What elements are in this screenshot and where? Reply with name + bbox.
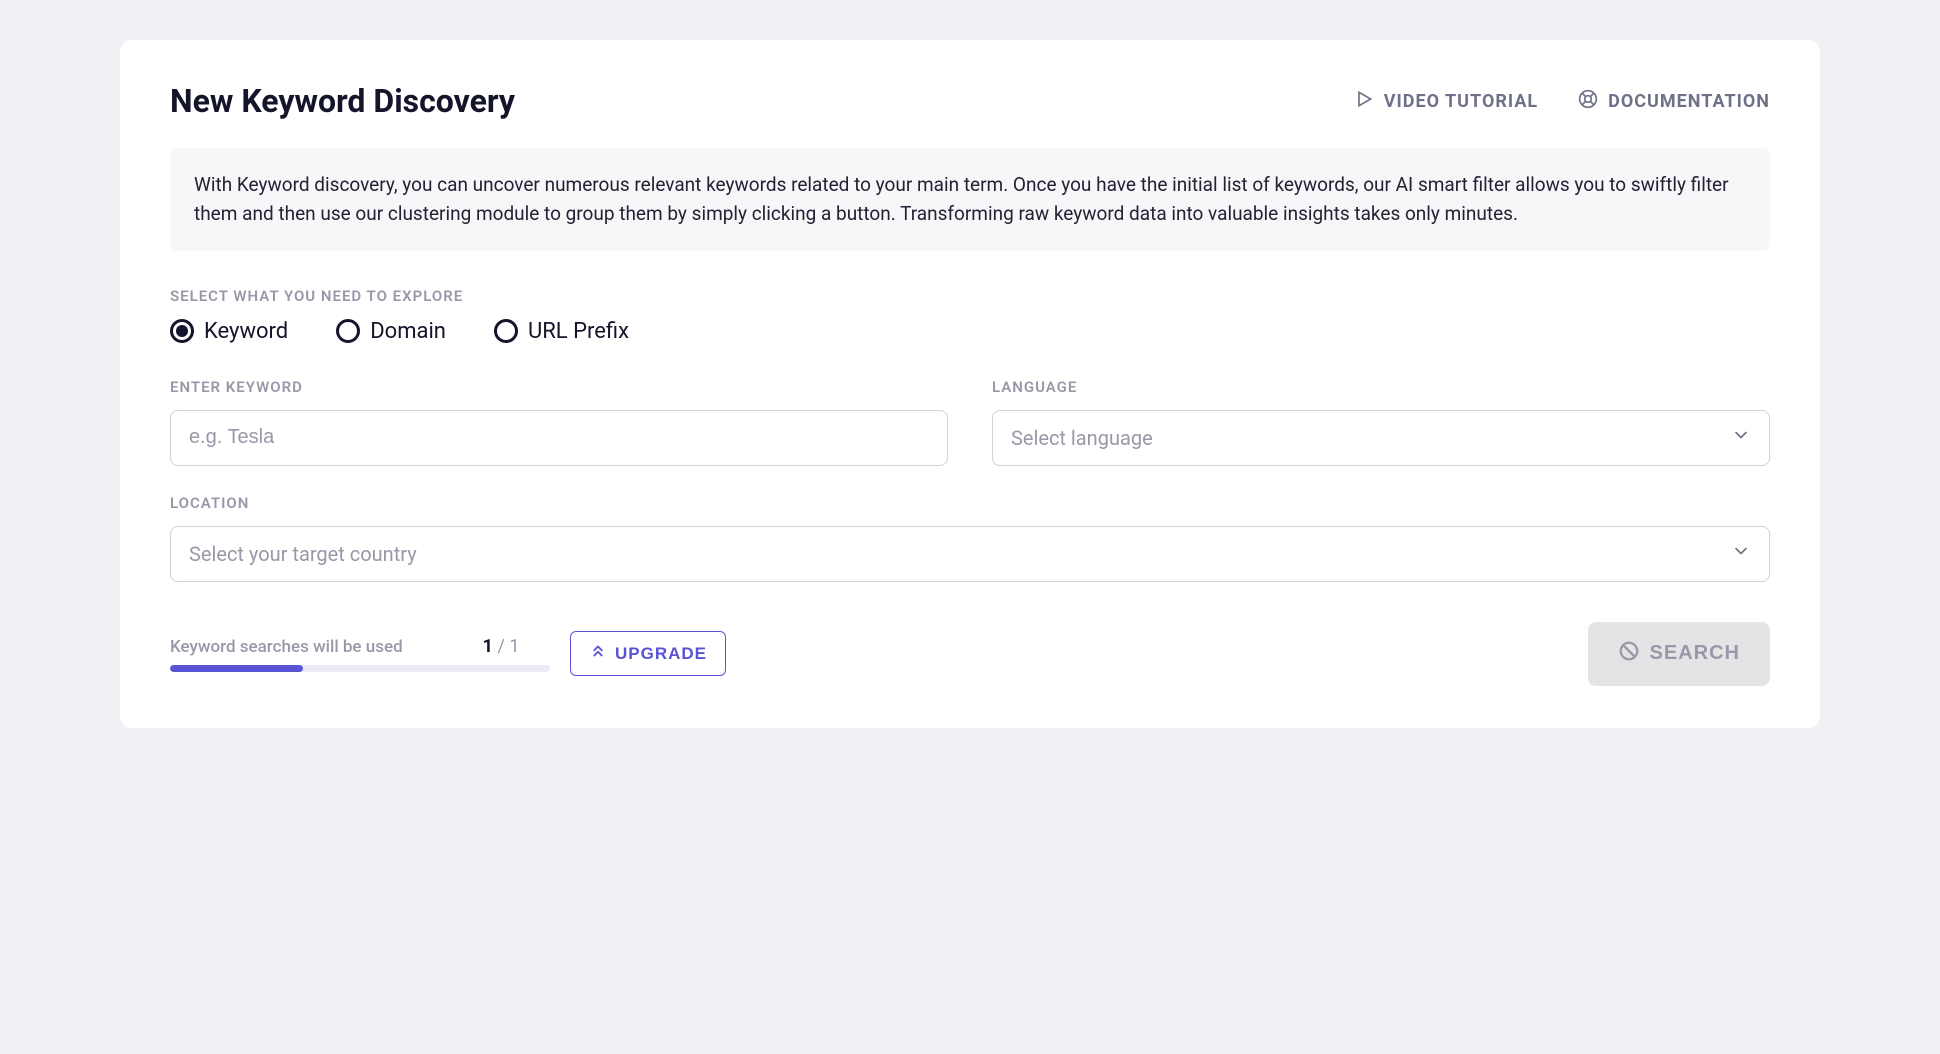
play-icon xyxy=(1354,89,1374,114)
chevron-down-icon xyxy=(1731,541,1751,566)
video-tutorial-link[interactable]: VIDEO TUTORIAL xyxy=(1354,89,1538,114)
footer: Keyword searches will be used 1 / 1 UPGR… xyxy=(170,622,1770,686)
language-label: LANGUAGE xyxy=(992,378,1770,396)
language-field-group: LANGUAGE Select language xyxy=(992,378,1770,466)
usage-used: 1 xyxy=(483,636,493,657)
usage-label: Keyword searches will be used xyxy=(170,637,403,657)
location-label: LOCATION xyxy=(170,494,1770,512)
search-off-icon xyxy=(1618,640,1640,668)
video-tutorial-label: VIDEO TUTORIAL xyxy=(1384,91,1538,112)
upgrade-label: UPGRADE xyxy=(615,644,707,664)
radio-circle-icon xyxy=(494,319,518,343)
radio-url-prefix-label: URL Prefix xyxy=(528,319,629,344)
search-label: SEARCH xyxy=(1650,642,1740,665)
radio-keyword-label: Keyword xyxy=(204,319,288,344)
keyword-discovery-card: New Keyword Discovery VIDEO TUTORIAL xyxy=(120,40,1820,728)
explore-radio-group: Keyword Domain URL Prefix xyxy=(170,319,1770,344)
progress-bar xyxy=(170,665,550,672)
usage-section: Keyword searches will be used 1 / 1 xyxy=(170,636,550,672)
radio-circle-icon xyxy=(170,319,194,343)
keyword-field-group: ENTER KEYWORD xyxy=(170,378,948,466)
language-select[interactable]: Select language xyxy=(992,410,1770,466)
keyword-input[interactable] xyxy=(170,410,948,466)
form-row-2: LOCATION Select your target country xyxy=(170,494,1770,582)
radio-circle-icon xyxy=(336,319,360,343)
location-placeholder: Select your target country xyxy=(189,542,417,566)
location-select[interactable]: Select your target country xyxy=(170,526,1770,582)
search-button[interactable]: SEARCH xyxy=(1588,622,1770,686)
progress-fill xyxy=(170,665,303,672)
radio-url-prefix[interactable]: URL Prefix xyxy=(494,319,629,344)
info-box: With Keyword discovery, you can uncover … xyxy=(170,148,1770,251)
chevron-down-icon xyxy=(1731,425,1751,450)
page-title: New Keyword Discovery xyxy=(170,82,515,120)
header: New Keyword Discovery VIDEO TUTORIAL xyxy=(170,82,1770,120)
upgrade-button[interactable]: UPGRADE xyxy=(570,631,726,676)
keyword-label: ENTER KEYWORD xyxy=(170,378,948,396)
radio-domain-label: Domain xyxy=(370,319,446,344)
help-icon xyxy=(1578,89,1598,114)
usage-count: 1 / 1 xyxy=(483,636,520,657)
chevron-up-double-icon xyxy=(589,642,607,665)
language-placeholder: Select language xyxy=(1011,426,1153,450)
location-field-group: LOCATION Select your target country xyxy=(170,494,1770,582)
form-row-1: ENTER KEYWORD LANGUAGE Select language xyxy=(170,378,1770,466)
usage-separator: / xyxy=(493,636,509,657)
radio-keyword[interactable]: Keyword xyxy=(170,319,288,344)
header-links: VIDEO TUTORIAL DOCUMENTATION xyxy=(1354,89,1770,114)
documentation-label: DOCUMENTATION xyxy=(1608,91,1770,112)
footer-left: Keyword searches will be used 1 / 1 UPGR… xyxy=(170,631,726,676)
usage-total: 1 xyxy=(509,636,519,657)
explore-section-label: SELECT WHAT YOU NEED TO EXPLORE xyxy=(170,287,1770,305)
documentation-link[interactable]: DOCUMENTATION xyxy=(1578,89,1770,114)
usage-top: Keyword searches will be used 1 / 1 xyxy=(170,636,550,657)
radio-domain[interactable]: Domain xyxy=(336,319,446,344)
